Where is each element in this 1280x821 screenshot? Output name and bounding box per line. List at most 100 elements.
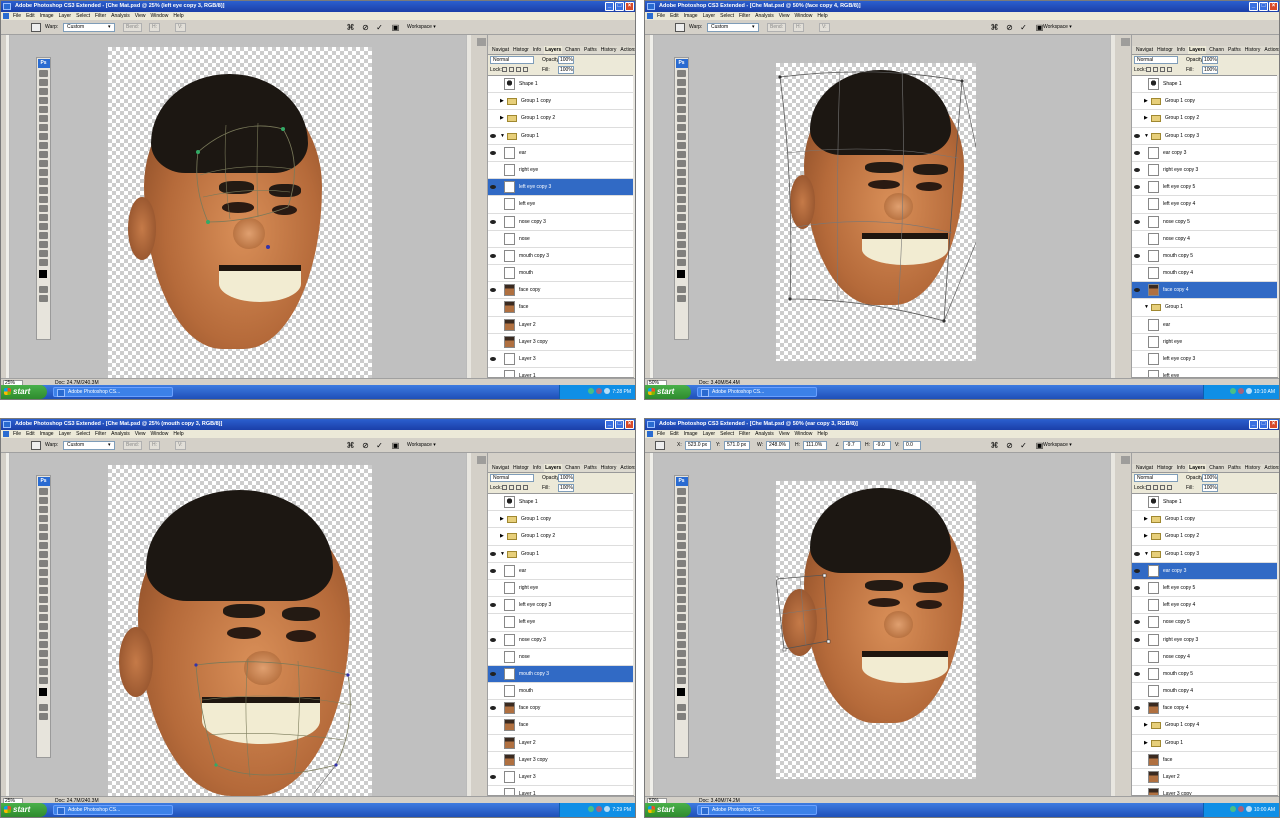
chevron-right-icon[interactable]: ▶ xyxy=(1144,533,1148,539)
menu-filter[interactable]: Filter xyxy=(739,430,750,438)
dodge-tool-icon[interactable] xyxy=(39,605,48,612)
path-select-icon[interactable] xyxy=(677,632,686,639)
layer-row[interactable]: mouth copy 5 xyxy=(1132,248,1278,266)
dodge-tool-icon[interactable] xyxy=(677,605,686,612)
menu-select[interactable]: Select xyxy=(720,430,734,438)
layer-list[interactable]: Shape 1 ▶ Group 1 copy ▶ Group 1 copy 2 ▼ Grou… xyxy=(488,75,634,386)
eraser-tool-icon[interactable] xyxy=(677,160,686,167)
menu-edit[interactable]: Edit xyxy=(26,430,35,438)
menu-select[interactable]: Select xyxy=(76,12,90,20)
document-canvas[interactable] xyxy=(776,481,976,779)
visibility-eye-icon[interactable] xyxy=(490,775,496,779)
brush-tool-icon[interactable] xyxy=(39,133,48,140)
layer-row[interactable]: left eye copy 4 xyxy=(1132,196,1278,214)
type-tool-icon[interactable] xyxy=(677,205,686,212)
tray-icon[interactable] xyxy=(1237,388,1244,394)
tray-icon[interactable] xyxy=(1237,806,1244,812)
maximize-button[interactable]: □ xyxy=(1259,2,1268,11)
opacity-input[interactable]: 100% xyxy=(558,474,574,482)
menu-select[interactable]: Select xyxy=(720,12,734,20)
menu-help[interactable]: Help xyxy=(817,430,827,438)
layer-row[interactable]: nose copy 3 xyxy=(488,214,634,231)
layer-group-row[interactable]: ▼ Group 1 xyxy=(1132,299,1278,317)
tray-icon[interactable] xyxy=(1245,806,1252,812)
layer-row[interactable]: right eye xyxy=(1132,334,1278,351)
gradient-tool-icon[interactable] xyxy=(677,587,686,594)
menu-file[interactable]: File xyxy=(13,12,21,20)
notes-tool-icon[interactable] xyxy=(677,232,686,239)
shape-tool-icon[interactable] xyxy=(677,641,686,648)
layer-group-row[interactable]: ▶ Group 1 copy 2 xyxy=(1132,528,1278,546)
layer-row[interactable]: Layer 3 copy xyxy=(488,334,634,351)
menu-file[interactable]: File xyxy=(657,12,665,20)
maximize-button[interactable]: □ xyxy=(615,2,624,11)
commit-transform-icon[interactable]: ✓ xyxy=(375,23,384,32)
eraser-tool-icon[interactable] xyxy=(39,160,48,167)
lasso-tool-icon[interactable] xyxy=(677,506,686,513)
canvas-area[interactable] xyxy=(654,35,1115,378)
menu-view[interactable]: View xyxy=(779,430,790,438)
layers-scrollbar[interactable] xyxy=(633,75,635,377)
zoom-tool-icon[interactable] xyxy=(39,677,48,684)
tab-layers[interactable]: Layers xyxy=(1188,46,1207,54)
tab-paths[interactable]: Paths xyxy=(583,464,598,472)
tab-actions[interactable]: Actions xyxy=(1263,464,1279,472)
chevron-down-icon[interactable]: ▼ xyxy=(1144,551,1149,557)
blur-tool-icon[interactable] xyxy=(39,178,48,185)
zoom-tool-icon[interactable] xyxy=(39,259,48,266)
hand-tool-icon[interactable] xyxy=(677,250,686,257)
tab-actions[interactable]: Actions xyxy=(619,46,635,54)
eyedropper-icon[interactable] xyxy=(677,241,686,248)
lasso-tool-icon[interactable] xyxy=(39,506,48,513)
tab-navigator[interactable]: Navigat xyxy=(1135,464,1154,472)
tab-layers[interactable]: Layers xyxy=(544,464,563,472)
gradient-tool-icon[interactable] xyxy=(39,587,48,594)
dodge-tool-icon[interactable] xyxy=(677,187,686,194)
menu-window[interactable]: Window xyxy=(151,12,169,20)
brush-tool-icon[interactable] xyxy=(677,551,686,558)
hand-tool-icon[interactable] xyxy=(39,668,48,675)
canvas-area[interactable] xyxy=(10,35,471,378)
lock-icons[interactable] xyxy=(1146,67,1172,72)
gradient-tool-icon[interactable] xyxy=(677,169,686,176)
visibility-eye-icon[interactable] xyxy=(490,253,496,258)
magic-wand-icon[interactable] xyxy=(677,97,686,104)
tab-info[interactable]: Info xyxy=(532,46,542,54)
layer-row[interactable]: left eye copy 5 xyxy=(1132,580,1278,598)
notes-tool-icon[interactable] xyxy=(677,650,686,657)
healing-brush-icon[interactable] xyxy=(677,124,686,131)
layer-row[interactable]: left eye xyxy=(488,614,634,632)
document-canvas[interactable] xyxy=(108,465,372,796)
visibility-eye-icon[interactable] xyxy=(490,185,496,190)
transform-y-input[interactable]: 571.0 px xyxy=(724,441,750,450)
menu-view[interactable]: View xyxy=(779,12,790,20)
chevron-right-icon[interactable]: ▶ xyxy=(500,533,504,539)
layer-row[interactable]: nose copy 5 xyxy=(1132,614,1278,632)
layer-group-row[interactable]: ▼ Group 1 copy 3 xyxy=(1132,546,1278,563)
chevron-right-icon[interactable]: ▶ xyxy=(1144,98,1148,104)
visibility-eye-icon[interactable] xyxy=(490,637,496,642)
menu-window[interactable]: Window xyxy=(795,430,813,438)
maximize-button[interactable]: □ xyxy=(1259,420,1268,429)
pen-tool-icon[interactable] xyxy=(39,196,48,203)
layer-row[interactable]: Layer 2 xyxy=(488,735,634,752)
path-select-icon[interactable] xyxy=(677,214,686,221)
notes-tool-icon[interactable] xyxy=(39,232,48,239)
visibility-eye-icon[interactable] xyxy=(490,551,496,556)
gradient-tool-icon[interactable] xyxy=(39,169,48,176)
visibility-eye-icon[interactable] xyxy=(1134,637,1140,642)
pen-tool-icon[interactable] xyxy=(39,614,48,621)
menu-filter[interactable]: Filter xyxy=(95,430,106,438)
layer-row[interactable]: face copy 4 xyxy=(1132,282,1278,300)
layer-group-row[interactable]: ▶ Group 1 copy xyxy=(488,93,634,111)
bridge-icon[interactable]: ▣ xyxy=(391,23,400,32)
menu-window[interactable]: Window xyxy=(151,430,169,438)
vertical-scrollbar[interactable] xyxy=(1110,453,1115,796)
warp-mode-icon[interactable]: ⌘ xyxy=(990,23,999,32)
vertical-scrollbar[interactable] xyxy=(1110,35,1115,378)
layer-row[interactable]: ear copy 3 xyxy=(1132,145,1278,162)
visibility-eye-icon[interactable] xyxy=(1134,620,1140,625)
layer-group-row[interactable]: ▶ Group 1 copy xyxy=(1132,511,1278,529)
crop-tool-icon[interactable] xyxy=(39,524,48,531)
layer-row[interactable]: face xyxy=(488,299,634,317)
